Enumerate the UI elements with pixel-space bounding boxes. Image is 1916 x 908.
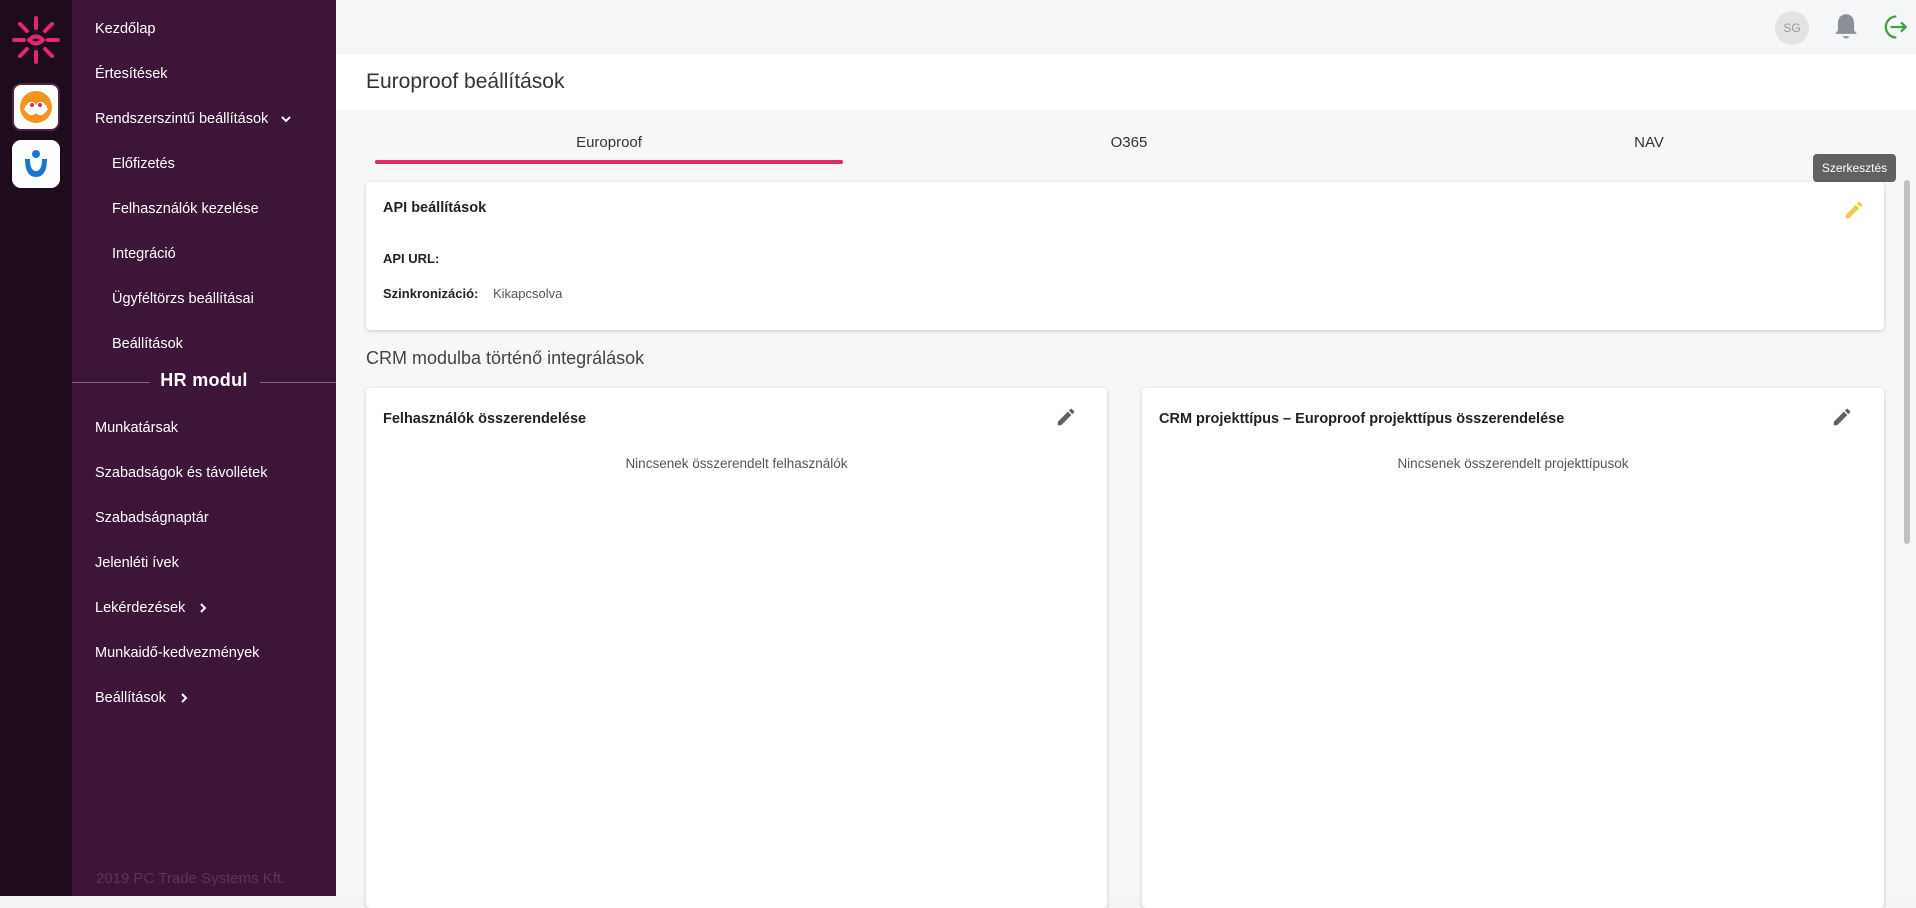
- sidebar-item-settings[interactable]: Beállítások: [112, 336, 183, 352]
- hr-module-title: HR modul: [160, 370, 248, 390]
- sidebar-item-leave-calendar[interactable]: Szabadságnaptár: [95, 510, 209, 526]
- sidebar-item-label: Szabadságok és távollétek: [95, 465, 268, 481]
- hr-module-separator: HR modul: [72, 370, 336, 394]
- sidebar-item-working-time-benefits[interactable]: Munkaidő-kedvezmények: [95, 645, 259, 661]
- bell-icon[interactable]: [1832, 12, 1860, 42]
- empty-state-text: Nincsenek összerendelt felhasználók: [625, 456, 848, 471]
- sidebar-item-label: Munkatársak: [95, 420, 179, 436]
- sidebar-item-home[interactable]: Kezdőlap: [95, 21, 155, 37]
- chevron-right-icon: [200, 603, 207, 613]
- sidebar-item-label: Kezdőlap: [95, 21, 156, 37]
- sidebar-item-label: Jelenléti ívek: [95, 555, 179, 571]
- sidebar-item-integration[interactable]: Integráció: [112, 246, 176, 262]
- topbar: [336, 0, 1916, 54]
- tab-europroof[interactable]: Europroof: [374, 134, 844, 151]
- app-switch-hr[interactable]: [12, 140, 60, 188]
- app-switch-europroof[interactable]: [12, 83, 60, 131]
- edit-users-mapping-button[interactable]: [1052, 403, 1080, 431]
- sidebar-item-label: Integráció: [112, 246, 176, 262]
- sidebar-item-subscription[interactable]: Előfizetés: [112, 156, 175, 172]
- sidebar-item-label: Munkaidő-kedvezmények: [95, 645, 260, 661]
- sidebar-item-system-settings[interactable]: Rendszerszintű beállítások: [95, 111, 292, 127]
- empty-state-text: Nincsenek összerendelt projekttípusok: [1397, 456, 1629, 471]
- sidebar-item-leaves[interactable]: Szabadságok és távollétek: [95, 465, 268, 481]
- sidebar-item-employees[interactable]: Munkatársak: [95, 420, 178, 436]
- tab-nav[interactable]: NAV: [1414, 134, 1884, 151]
- api-settings-card: API beállítások API URL: Szinkronizáció:…: [366, 182, 1884, 330]
- sidebar-item-label: Ügyféltörzs beállításai: [112, 291, 254, 307]
- sidebar-item-user-management[interactable]: Felhasználók kezelése: [112, 201, 259, 217]
- divider: [260, 382, 336, 383]
- sidebar-item-label: Értesítések: [95, 66, 168, 82]
- sidebar-item-queries[interactable]: Lekérdezések: [95, 600, 209, 616]
- card-title: CRM projekttípus – Europroof projekttípu…: [1159, 411, 1565, 427]
- brand-logo-icon[interactable]: [10, 14, 62, 66]
- avatar[interactable]: SG: [1775, 11, 1809, 45]
- scrollbar[interactable]: [1904, 180, 1910, 544]
- hr-app-icon: [25, 150, 47, 177]
- chevron-right-icon: [181, 693, 188, 703]
- sidebar-item-hr-settings[interactable]: Beállítások: [95, 690, 190, 706]
- active-tab-indicator: [375, 160, 843, 164]
- sidebar-item-label: Felhasználók kezelése: [112, 201, 259, 217]
- app-rail: [0, 0, 72, 896]
- project-type-mapping-card: CRM projekttípus – Europroof projekttípu…: [1142, 388, 1884, 908]
- section-title: CRM modulba történő integrálások: [366, 348, 645, 368]
- pencil-icon: [1845, 201, 1863, 219]
- sidebar-item-notifications[interactable]: Értesítések: [95, 66, 168, 82]
- sidebar-item-label: Előfizetés: [112, 156, 175, 172]
- sidebar-item-label: Beállítások: [112, 336, 183, 352]
- edit-tooltip: Szerkesztés: [1813, 154, 1896, 182]
- sidebar: [72, 0, 336, 896]
- pencil-icon: [1833, 408, 1851, 426]
- sidebar-item-label: Lekérdezések: [95, 600, 186, 616]
- users-mapping-card: Felhasználók összerendelése Nincsenek ös…: [366, 388, 1107, 908]
- api-url-label: API URL:: [383, 251, 440, 266]
- card-title: Felhasználók összerendelése: [383, 411, 587, 427]
- logout-icon[interactable]: [1880, 13, 1908, 41]
- page-header: Europroof beállítások: [336, 54, 1916, 110]
- chevron-down-icon: [281, 116, 292, 123]
- sidebar-item-client-registry-settings[interactable]: Ügyféltörzs beállításai: [112, 291, 254, 307]
- page-title: Europroof beállítások: [366, 70, 565, 93]
- sidebar-item-attendance-sheets[interactable]: Jelenléti ívek: [95, 555, 179, 571]
- sync-value: Kikapcsolva: [493, 286, 563, 301]
- pencil-icon: [1057, 408, 1075, 426]
- sidebar-item-label: Rendszerszintű beállítások: [95, 111, 269, 127]
- edit-api-settings-button[interactable]: [1840, 196, 1868, 224]
- sync-label: Szinkronizáció:: [383, 286, 479, 301]
- europroof-app-icon: [20, 91, 52, 123]
- sidebar-footer: 2019 PC Trade Systems Kft.: [96, 870, 286, 887]
- sidebar-item-label: Beállítások: [95, 690, 166, 706]
- card-title: API beállítások: [383, 200, 487, 216]
- sidebar-item-label: Szabadságnaptár: [95, 510, 209, 526]
- edit-project-type-mapping-button[interactable]: [1828, 403, 1856, 431]
- tab-o365[interactable]: O365: [894, 134, 1364, 151]
